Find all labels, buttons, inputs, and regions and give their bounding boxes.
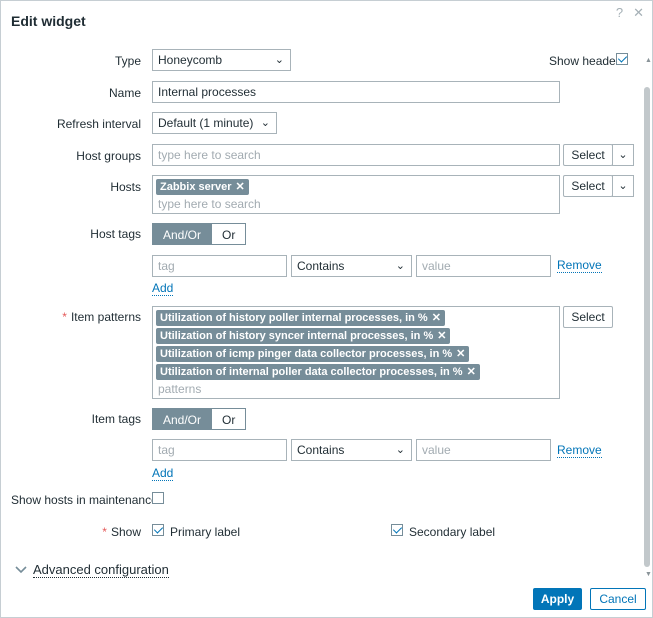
name-input[interactable]: Internal processes bbox=[152, 81, 560, 103]
chevron-down-icon: ⌄ bbox=[274, 54, 284, 66]
host-tag-value-input[interactable]: value bbox=[416, 255, 551, 277]
hosts-dropdown-button[interactable]: ⌄ bbox=[612, 175, 634, 197]
hosts-placeholder: type here to search bbox=[158, 197, 261, 211]
name-label: Name bbox=[108, 86, 141, 100]
show-label: * Show bbox=[102, 525, 141, 539]
required-marker: * bbox=[102, 525, 107, 539]
dialog-title: Edit widget bbox=[11, 13, 86, 29]
item-tag-remove-link[interactable]: Remove bbox=[557, 444, 602, 458]
host-groups-select-button[interactable]: Select bbox=[563, 144, 613, 166]
scroll-up-icon[interactable]: ▲ bbox=[645, 57, 652, 64]
scroll-down-icon[interactable]: ▼ bbox=[645, 571, 652, 578]
remove-tag-icon[interactable]: ✕ bbox=[467, 366, 476, 378]
close-icon[interactable]: ✕ bbox=[633, 5, 644, 21]
host-tag-chip: Zabbix server ✕ bbox=[156, 179, 249, 195]
item-pattern-chip: Utilization of icmp pinger data collecto… bbox=[156, 346, 470, 362]
chevron-down-icon: ⌄ bbox=[395, 260, 405, 272]
item-pattern-chip: Utilization of history poller internal p… bbox=[156, 310, 445, 326]
item-tags-evaltype: And/Or Or bbox=[152, 408, 247, 430]
host-groups-label: Host groups bbox=[76, 149, 141, 163]
host-tag-remove-link[interactable]: Remove bbox=[557, 259, 602, 273]
advanced-configuration-label: Advanced configuration bbox=[33, 562, 169, 578]
host-tag-name-placeholder: tag bbox=[158, 259, 175, 273]
host-tag-operator-value: Contains bbox=[297, 259, 345, 273]
show-header-checkbox[interactable] bbox=[616, 53, 628, 65]
item-patterns-label-text: Item patterns bbox=[70, 310, 141, 324]
item-pattern-text: Utilization of icmp pinger data collecto… bbox=[160, 348, 453, 360]
refresh-interval-label: Refresh interval bbox=[56, 117, 141, 131]
hosts-label: Hosts bbox=[110, 180, 141, 194]
item-tags-and-or-radio[interactable]: And/Or bbox=[152, 408, 213, 430]
item-patterns-placeholder: patterns bbox=[158, 382, 202, 396]
host-tags-label: Host tags bbox=[90, 227, 141, 241]
host-tags-and-or-radio[interactable]: And/Or bbox=[152, 223, 213, 245]
host-tag-add-link[interactable]: Add bbox=[152, 282, 174, 296]
remove-tag-icon[interactable]: ✕ bbox=[236, 181, 245, 193]
host-groups-placeholder: type here to search bbox=[158, 148, 261, 162]
type-label: Type bbox=[114, 54, 141, 68]
item-pattern-text: Utilization of history poller internal p… bbox=[160, 312, 428, 324]
advanced-configuration-toggle[interactable]: Advanced configuration bbox=[15, 562, 169, 578]
item-tag-operator-value: Contains bbox=[297, 443, 345, 457]
help-icon[interactable]: ? bbox=[616, 5, 623, 21]
chevron-down-icon: ⌄ bbox=[260, 117, 270, 129]
item-tag-value-placeholder: value bbox=[422, 443, 451, 457]
host-tag-name-input[interactable]: tag bbox=[152, 255, 287, 277]
chevron-down-icon bbox=[15, 566, 27, 574]
remove-tag-icon[interactable]: ✕ bbox=[437, 330, 446, 342]
item-pattern-text: Utilization of history syncer internal p… bbox=[160, 330, 434, 342]
item-tags-label: Item tags bbox=[91, 412, 141, 426]
show-maintenance-checkbox[interactable] bbox=[152, 492, 164, 504]
item-pattern-chip: Utilization of internal poller data coll… bbox=[156, 364, 480, 380]
item-pattern-text: Utilization of internal poller data coll… bbox=[160, 366, 463, 378]
remove-tag-icon[interactable]: ✕ bbox=[432, 312, 441, 324]
host-tag-value-placeholder: value bbox=[422, 259, 451, 273]
dialog-controls: ? ✕ bbox=[616, 5, 644, 21]
apply-button[interactable]: Apply bbox=[533, 588, 582, 610]
chevron-down-icon: ⌄ bbox=[618, 149, 628, 161]
hosts-select-button[interactable]: Select bbox=[563, 175, 613, 197]
item-patterns-select-button[interactable]: Select bbox=[563, 306, 613, 328]
edit-widget-dialog: Edit widget ? ✕ Type Honeycomb ⌄ Show he… bbox=[0, 0, 653, 618]
required-marker: * bbox=[62, 310, 67, 324]
type-select-value: Honeycomb bbox=[158, 53, 223, 67]
hosts-multiselect[interactable]: Zabbix server ✕ type here to search bbox=[152, 175, 560, 214]
item-tags-or-radio[interactable]: Or bbox=[212, 408, 247, 430]
show-header-label: Show header bbox=[549, 54, 620, 68]
item-tag-name-placeholder: tag bbox=[158, 443, 175, 457]
refresh-interval-value: Default (1 minute) bbox=[158, 116, 254, 130]
cancel-button[interactable]: Cancel bbox=[590, 588, 646, 610]
host-groups-input[interactable]: type here to search bbox=[152, 144, 560, 166]
primary-label-text: Primary label bbox=[170, 525, 241, 539]
item-pattern-chip: Utilization of history syncer internal p… bbox=[156, 328, 451, 344]
item-patterns-multiselect[interactable]: Utilization of history poller internal p… bbox=[152, 306, 560, 399]
scrollbar-thumb[interactable] bbox=[644, 87, 650, 567]
host-tag-text: Zabbix server bbox=[160, 181, 232, 193]
item-tag-add-link[interactable]: Add bbox=[152, 467, 174, 481]
type-select[interactable]: Honeycomb ⌄ bbox=[152, 49, 291, 71]
item-patterns-label: * Item patterns bbox=[62, 310, 141, 324]
remove-tag-icon[interactable]: ✕ bbox=[456, 348, 465, 360]
item-tag-operator-select[interactable]: Contains ⌄ bbox=[291, 439, 412, 461]
host-tags-evaltype: And/Or Or bbox=[152, 223, 247, 245]
host-groups-dropdown-button[interactable]: ⌄ bbox=[612, 144, 634, 166]
item-tag-value-input[interactable]: value bbox=[416, 439, 551, 461]
primary-label-checkbox[interactable] bbox=[152, 524, 164, 536]
host-tag-operator-select[interactable]: Contains ⌄ bbox=[291, 255, 412, 277]
host-tags-or-radio[interactable]: Or bbox=[212, 223, 247, 245]
chevron-down-icon: ⌄ bbox=[395, 444, 405, 456]
secondary-label-text: Secondary label bbox=[409, 525, 496, 539]
show-label-text: Show bbox=[110, 525, 141, 539]
refresh-interval-select[interactable]: Default (1 minute) ⌄ bbox=[152, 112, 277, 134]
item-tag-name-input[interactable]: tag bbox=[152, 439, 287, 461]
secondary-label-checkbox[interactable] bbox=[391, 524, 403, 536]
show-maintenance-label: Show hosts in maintenance bbox=[11, 493, 158, 507]
chevron-down-icon: ⌄ bbox=[618, 180, 628, 192]
